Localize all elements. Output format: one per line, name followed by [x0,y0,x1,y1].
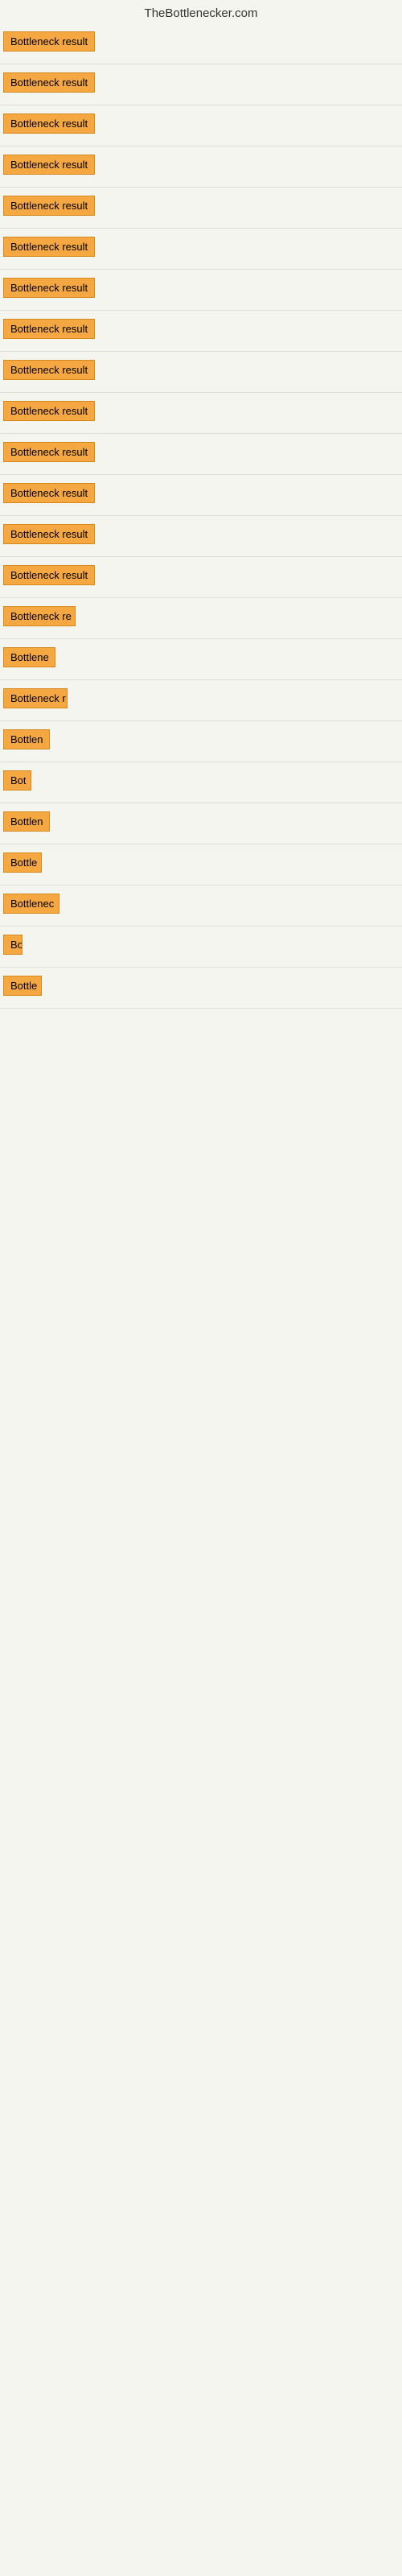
result-row: Bottle [0,844,402,886]
bottleneck-result-label[interactable]: Bottleneck result [3,401,95,421]
result-row: Bottlen [0,721,402,762]
result-row: Bot [0,762,402,803]
result-row: Bottle [0,968,402,1009]
bottleneck-result-label[interactable]: Bottleneck result [3,31,95,52]
bottleneck-result-label[interactable]: Bottleneck result [3,196,95,216]
bottleneck-result-label[interactable]: Bottlene [3,647,55,667]
bottleneck-result-label[interactable]: Bottleneck result [3,278,95,298]
result-row: Bottleneck result [0,23,402,64]
bottleneck-result-label[interactable]: Bottleneck result [3,442,95,462]
bottleneck-result-label[interactable]: Bottleneck result [3,360,95,380]
bottleneck-result-label[interactable]: Bottleneck result [3,483,95,503]
bottleneck-result-label[interactable]: Bottlenec [3,894,59,914]
bottleneck-result-label[interactable]: Bottleneck r [3,688,68,708]
result-row: Bottleneck result [0,64,402,105]
result-row: Bottlen [0,803,402,844]
result-row: Bo [0,927,402,968]
result-row: Bottleneck result [0,311,402,352]
bottleneck-result-label[interactable]: Bot [3,770,31,791]
bottleneck-result-label[interactable]: Bottleneck result [3,524,95,544]
result-row: Bottleneck result [0,352,402,393]
bottleneck-result-label[interactable]: Bottleneck result [3,155,95,175]
bottleneck-result-label[interactable]: Bottleneck re [3,606,76,626]
result-row: Bottleneck result [0,516,402,557]
result-row: Bottleneck result [0,393,402,434]
bottleneck-result-label[interactable]: Bo [3,935,23,955]
bottleneck-result-label[interactable]: Bottle [3,976,42,996]
result-row: Bottleneck result [0,188,402,229]
result-row: Bottleneck re [0,598,402,639]
bottleneck-result-label[interactable]: Bottleneck result [3,565,95,585]
bottleneck-result-label[interactable]: Bottleneck result [3,72,95,93]
bottleneck-result-label[interactable]: Bottleneck result [3,319,95,339]
bottleneck-result-label[interactable]: Bottle [3,852,42,873]
bottleneck-result-label[interactable]: Bottleneck result [3,237,95,257]
bottleneck-result-label[interactable]: Bottlen [3,811,50,832]
result-row: Bottleneck result [0,270,402,311]
result-row: Bottleneck result [0,147,402,188]
result-row: Bottlene [0,639,402,680]
bottleneck-result-label[interactable]: Bottleneck result [3,114,95,134]
result-row: Bottleneck result [0,557,402,598]
result-row: Bottleneck result [0,105,402,147]
site-title: TheBottlenecker.com [0,0,402,23]
result-row: Bottleneck result [0,229,402,270]
result-row: Bottleneck r [0,680,402,721]
bottleneck-result-label[interactable]: Bottlen [3,729,50,749]
result-row: Bottleneck result [0,475,402,516]
result-row: Bottleneck result [0,434,402,475]
result-row: Bottlenec [0,886,402,927]
